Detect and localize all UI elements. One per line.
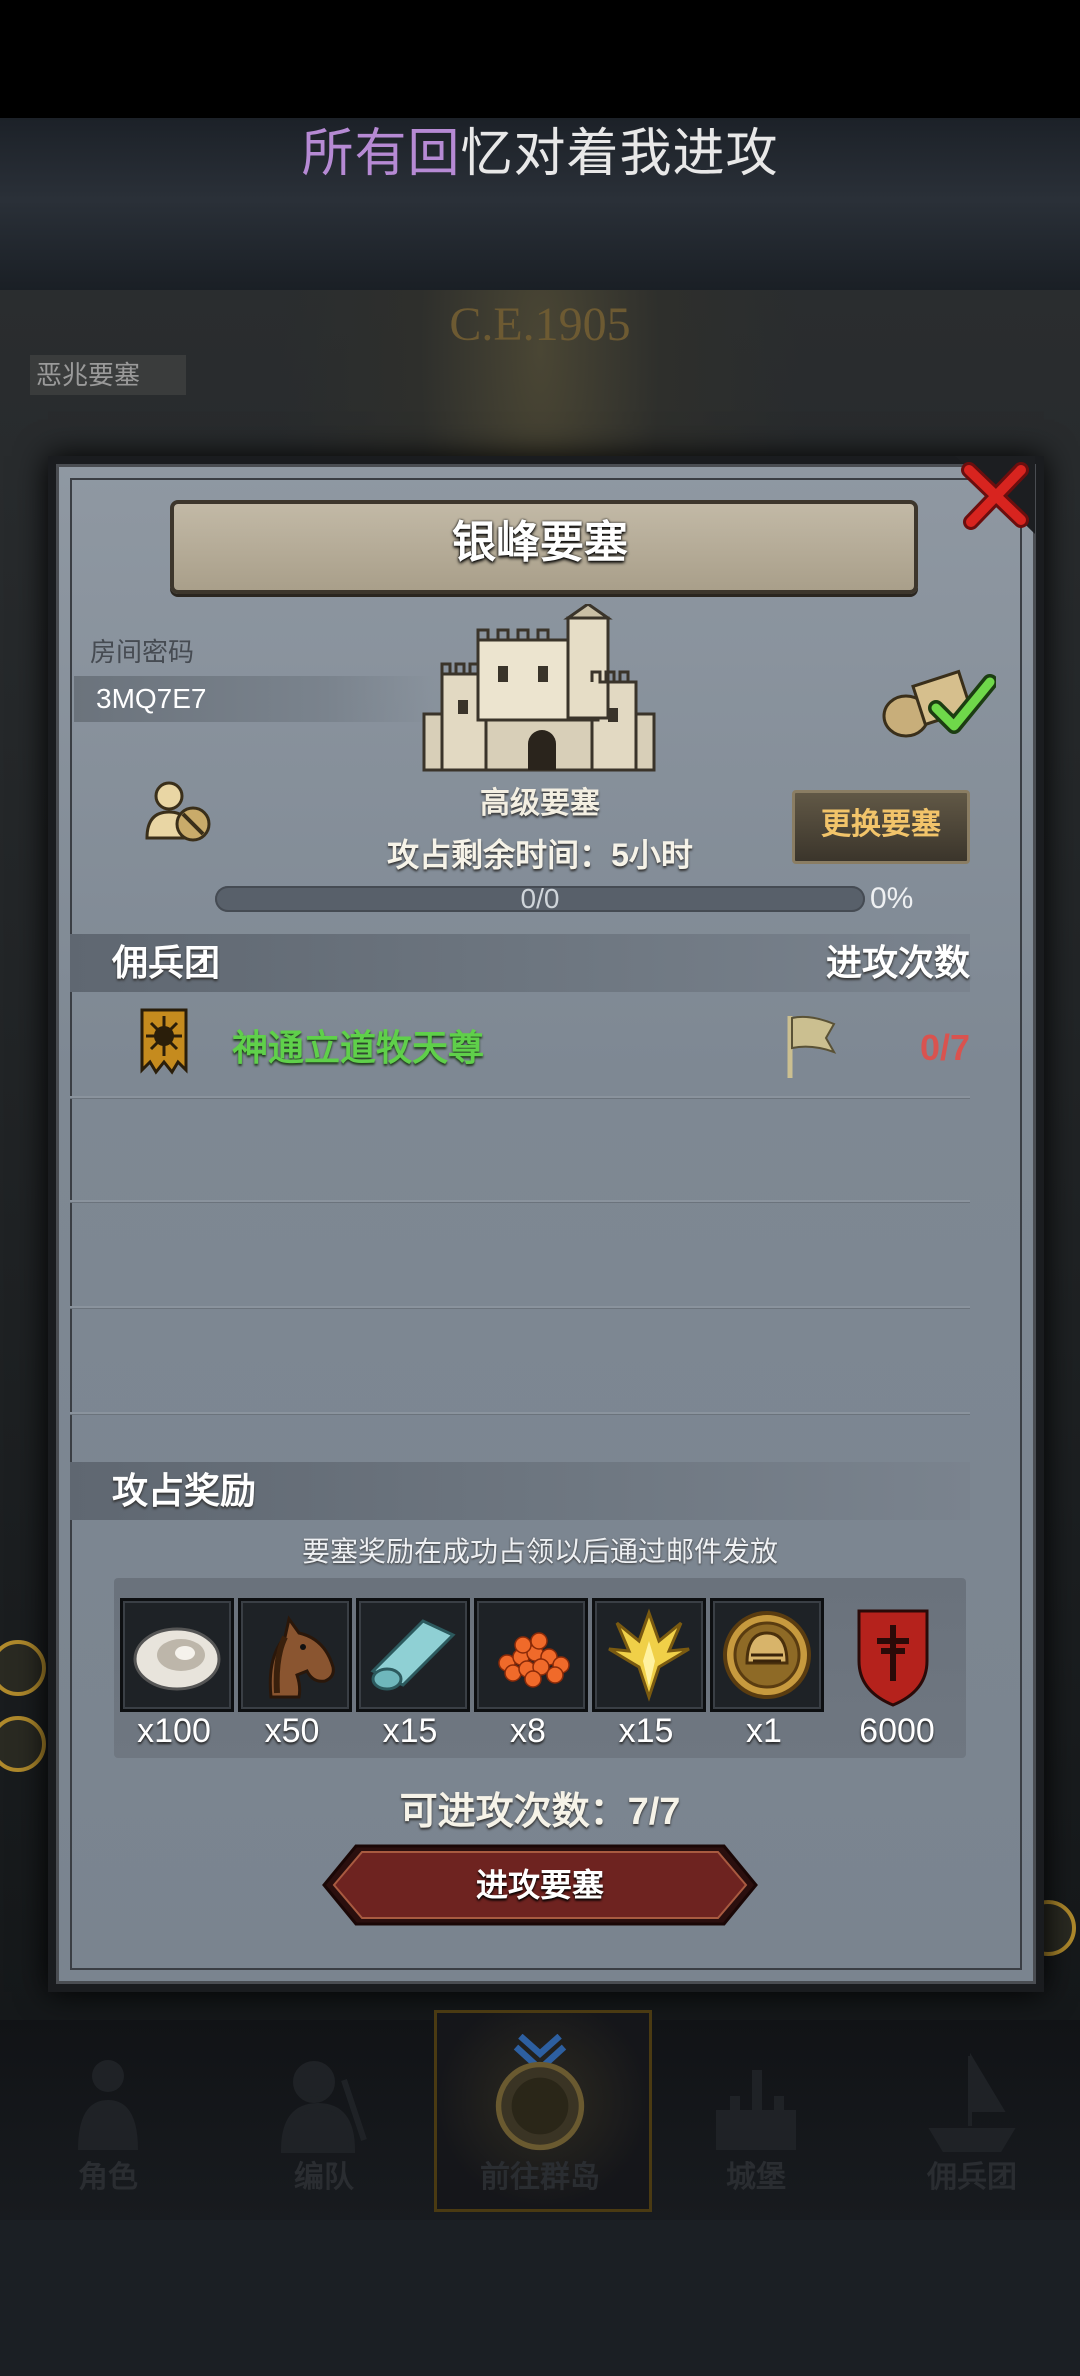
close-button[interactable] — [955, 456, 1035, 534]
dialog-title: 银峰要塞 — [452, 518, 628, 567]
progress-percent: 0% — [870, 882, 914, 915]
reward-qty: x1 — [746, 1712, 782, 1750]
red-shield-icon — [857, 1609, 929, 1707]
reward-qty: x8 — [510, 1712, 546, 1750]
reward-slot-helmet[interactable] — [710, 1598, 824, 1712]
castle-icon — [716, 2070, 796, 2150]
reward-qty: x15 — [618, 1712, 674, 1750]
nav-islands[interactable]: 前往群岛 — [432, 2020, 648, 2210]
nav-label: 前往群岛 — [480, 2161, 600, 2194]
fortress-level: 高级要塞 — [480, 787, 600, 820]
fortress-castle-icon — [422, 604, 656, 772]
golden-crest-icon — [608, 1608, 690, 1702]
nav-character[interactable]: 角色 — [0, 2020, 216, 2210]
change-fortress-button[interactable]: 更换要塞 — [792, 790, 970, 864]
horse-icon — [268, 1615, 335, 1699]
reward-slot-crest[interactable] — [592, 1598, 706, 1712]
time-remaining: 攻占剩余时间：5小时 — [387, 837, 693, 873]
nav-castle[interactable]: 城堡 — [648, 2020, 864, 2210]
knight-helmet-icon — [723, 1611, 811, 1699]
room-code: 3MQ7E7 — [96, 683, 207, 714]
nav-label: 编队 — [294, 2161, 354, 2194]
reward-slot-caviar[interactable] — [474, 1598, 588, 1712]
mercenary-banner-icon — [140, 1008, 188, 1075]
loot-sacks-check-icon[interactable] — [878, 662, 996, 742]
cloth-roll-icon — [370, 1619, 456, 1691]
reward-note: 要塞奖励在成功占领以后通过邮件发放 — [301, 1536, 778, 1567]
row-divider — [70, 1096, 970, 1098]
caviar-icon — [498, 1632, 570, 1688]
nav-label: 角色 — [78, 2161, 138, 2194]
reward-qty: x15 — [382, 1712, 438, 1750]
character-icon — [78, 2060, 138, 2150]
formation-icon — [280, 2061, 367, 2153]
room-code-label: 房间密码 — [90, 637, 195, 667]
mercenary-attacks: 0/7 — [919, 1027, 970, 1068]
attack-fortress-label: 进攻要塞 — [475, 1867, 604, 1903]
progress-count: 0/0 — [520, 883, 560, 914]
nav-label: 城堡 — [726, 2161, 786, 2194]
row-divider — [70, 1412, 970, 1414]
mercenary-header: 佣兵团 — [112, 942, 221, 983]
nav-formation[interactable]: 编队 — [216, 2020, 432, 2210]
bottom-system-area — [0, 2220, 1080, 2376]
reward-qty: x50 — [264, 1712, 320, 1750]
reward-qty: 6000 — [859, 1712, 935, 1750]
row-divider — [70, 1200, 970, 1202]
year-label: C.E.1905 — [449, 298, 631, 351]
reward-slot-horse[interactable] — [238, 1598, 352, 1712]
row-divider — [70, 1306, 970, 1308]
oyster-icon — [133, 1627, 221, 1691]
close-icon — [955, 456, 1035, 534]
nav-mercenary[interactable]: 佣兵团 — [864, 2020, 1080, 2210]
private-room-icon[interactable] — [145, 778, 215, 844]
attack-count: 可进攻次数：7/7 — [399, 1791, 681, 1833]
flag-icon — [787, 1015, 837, 1078]
caption-text: 所有回忆对着我进攻 — [301, 125, 779, 183]
mercenary-name: 神通立道牧天尊 — [232, 1027, 485, 1068]
reward-slot-oyster[interactable] — [120, 1598, 234, 1712]
reward-header: 攻占奖励 — [112, 1470, 257, 1511]
reward-qty: x100 — [137, 1712, 211, 1750]
reward-slot-cloth[interactable] — [356, 1598, 470, 1712]
attacks-header: 进攻次数 — [825, 942, 970, 983]
reward-slot-shield[interactable] — [836, 1598, 950, 1712]
ship-icon — [928, 2052, 1016, 2152]
background-fortress-tag: 恶兆要塞 — [30, 355, 186, 395]
nav-label: 佣兵团 — [927, 2161, 1017, 2194]
islands-icon — [495, 2034, 585, 2151]
